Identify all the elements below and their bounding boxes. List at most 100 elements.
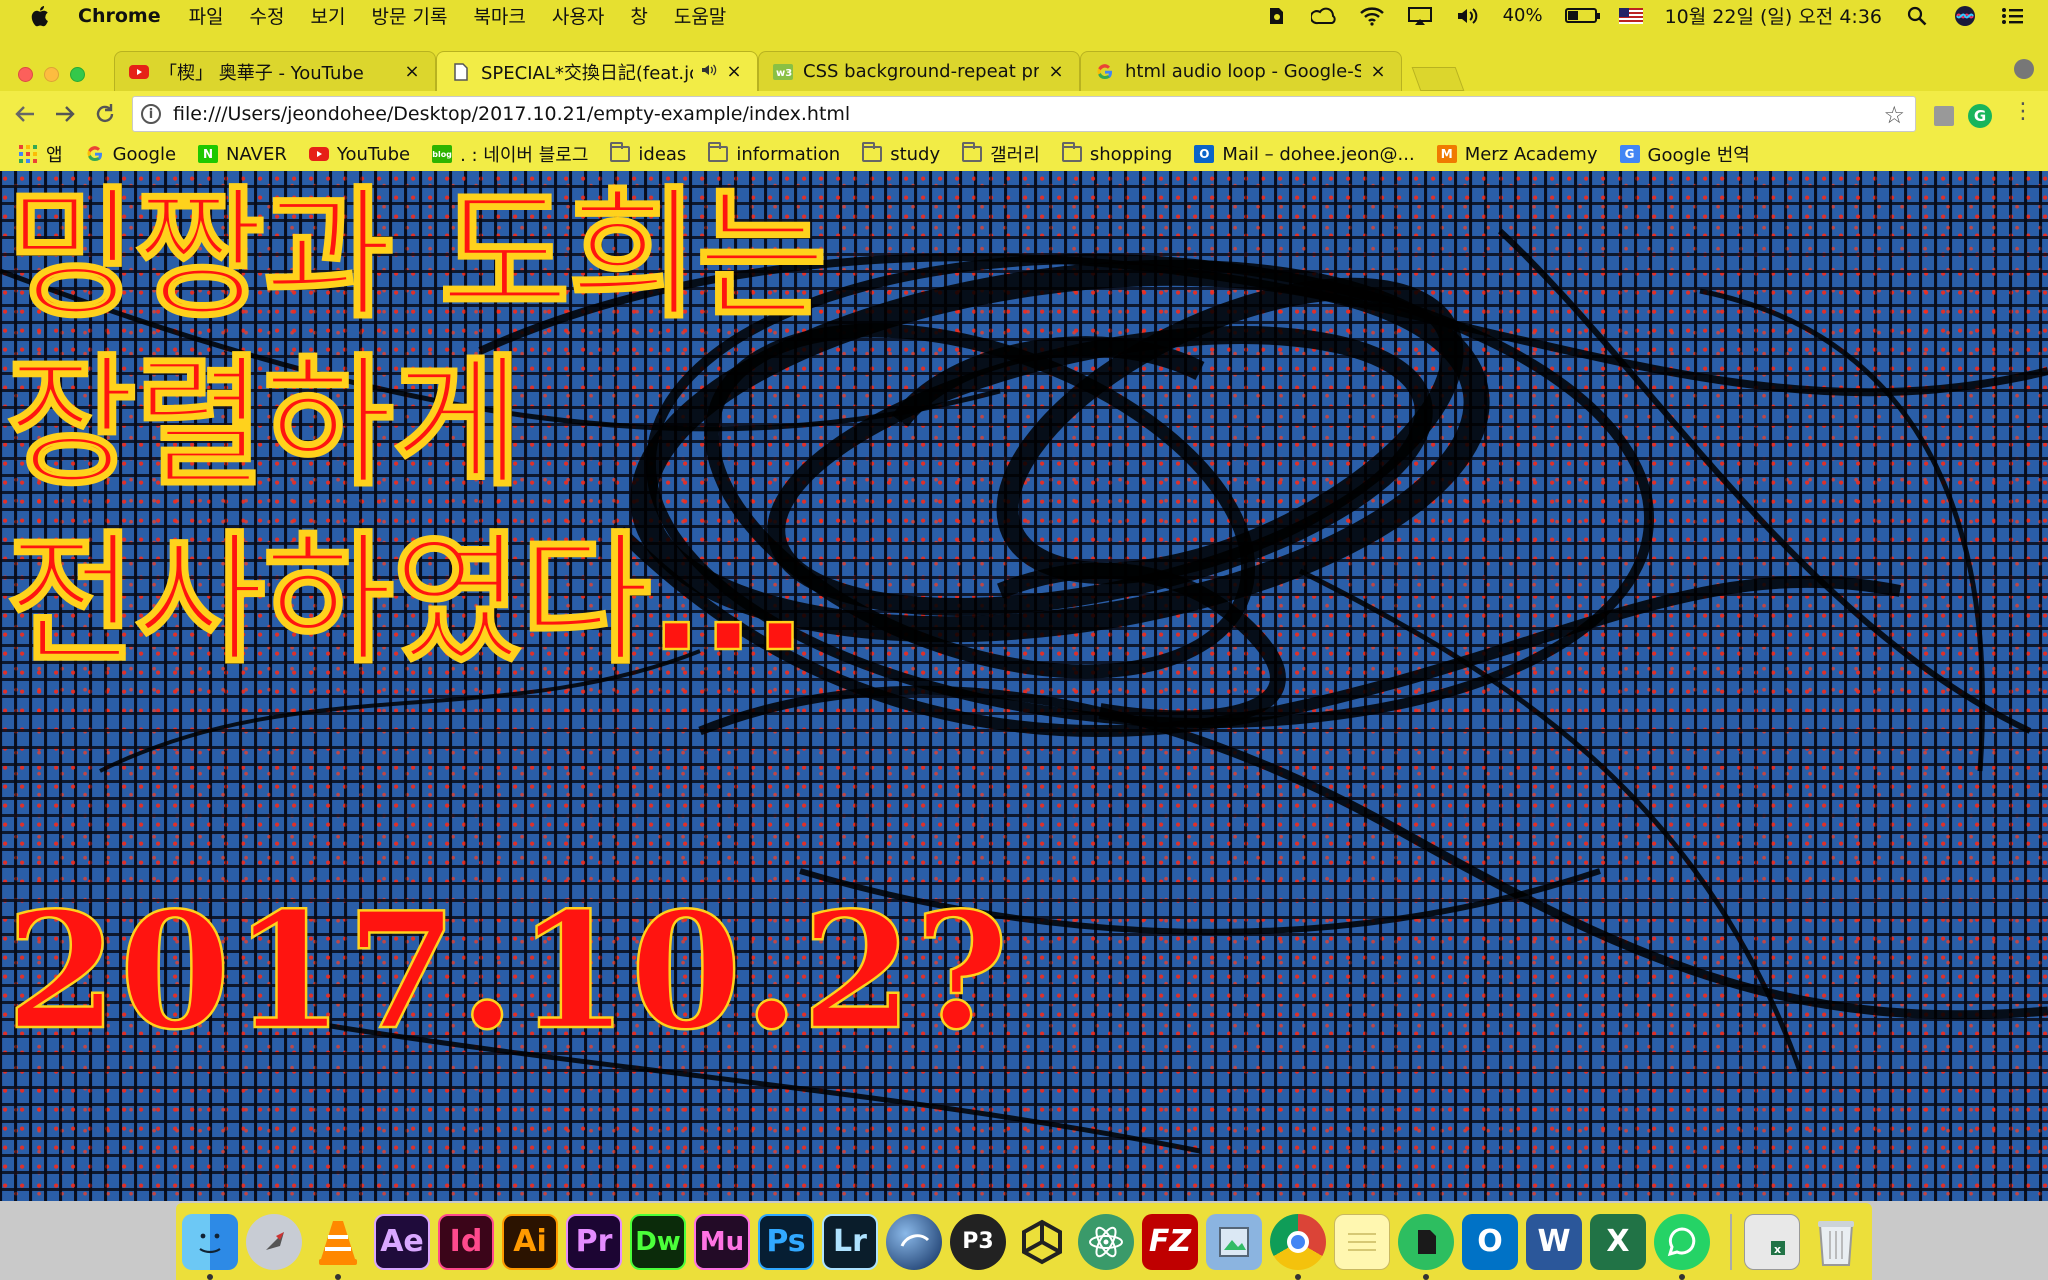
word-icon[interactable]: W bbox=[1526, 1213, 1582, 1270]
bookmark-mail[interactable]: O Mail – dohee.jeon@... bbox=[1194, 144, 1415, 165]
bookmark-label: 앱 bbox=[46, 145, 63, 166]
close-tab-icon[interactable]: × bbox=[725, 61, 743, 82]
battery-percent[interactable]: 40% bbox=[1503, 5, 1543, 26]
tab-title: CSS background-repeat prope bbox=[803, 61, 1039, 82]
evernote-icon[interactable] bbox=[1398, 1213, 1454, 1280]
running-indicator bbox=[1295, 1273, 1301, 1280]
minimize-window-button[interactable] bbox=[44, 67, 59, 82]
bookmark-google[interactable]: Google bbox=[85, 144, 176, 165]
p3-icon[interactable]: P3 bbox=[950, 1213, 1006, 1270]
battery-icon[interactable] bbox=[1564, 8, 1600, 23]
cinema4d-icon[interactable] bbox=[886, 1213, 942, 1270]
unity-icon[interactable] bbox=[1014, 1214, 1070, 1270]
close-tab-icon[interactable]: × bbox=[403, 61, 421, 82]
menu-window[interactable]: 창 bbox=[630, 2, 647, 29]
lightroom-icon[interactable]: Lr bbox=[822, 1213, 878, 1270]
notification-center-icon[interactable] bbox=[2000, 5, 2026, 27]
bookmark-naver-blog[interactable]: blog . : 네이버 블로그 bbox=[432, 141, 588, 167]
after-effects-icon[interactable]: Ae bbox=[374, 1213, 430, 1270]
menu-people[interactable]: 사용자 bbox=[552, 2, 604, 29]
bookmark-folder-study[interactable]: study bbox=[862, 142, 940, 165]
menu-help[interactable]: 도움말 bbox=[674, 2, 726, 29]
bookmark-label: ideas bbox=[638, 143, 687, 165]
indesign-icon[interactable]: Id bbox=[438, 1213, 494, 1270]
excel-icon[interactable]: X bbox=[1590, 1213, 1646, 1270]
bookmark-naver[interactable]: N NAVER bbox=[198, 144, 287, 165]
tab-strip: 「楔」 奥華子 - YouTube × SPECIAL*交換日記(feat.jo… bbox=[0, 45, 2048, 91]
whatsapp-icon[interactable] bbox=[1654, 1213, 1710, 1280]
bookmark-folder-information[interactable]: information bbox=[708, 142, 840, 165]
tab-google-search[interactable]: html audio loop - Google-Such × bbox=[1080, 51, 1402, 91]
bookmark-label: shopping bbox=[1089, 143, 1173, 165]
outlook-icon[interactable]: O bbox=[1462, 1213, 1518, 1270]
illustrator-icon[interactable]: Ai bbox=[502, 1213, 558, 1270]
menu-history[interactable]: 방문 기록 bbox=[371, 2, 447, 29]
tab-special-diary[interactable]: SPECIAL*交換日記(feat.joie) × bbox=[436, 51, 758, 91]
vlc-icon[interactable] bbox=[310, 1214, 366, 1280]
bookmark-merz-academy[interactable]: M Merz Academy bbox=[1436, 144, 1598, 165]
preview-icon[interactable] bbox=[1206, 1213, 1262, 1270]
bookmark-apps[interactable]: 앱 bbox=[18, 141, 63, 167]
tab-youtube[interactable]: 「楔」 奥華子 - YouTube × bbox=[114, 51, 436, 91]
bookmark-label: YouTube bbox=[336, 143, 411, 165]
finder-icon[interactable] bbox=[182, 1213, 238, 1280]
tab-title: SPECIAL*交換日記(feat.joie) bbox=[481, 62, 693, 84]
app-name-menu[interactable]: Chrome bbox=[78, 5, 161, 27]
filezilla-icon[interactable]: FZ bbox=[1142, 1213, 1198, 1270]
address-bar[interactable]: i file:///Users/jeondohee/Desktop/2017.1… bbox=[132, 96, 1916, 132]
extension-icon[interactable] bbox=[1934, 106, 1954, 126]
forward-button[interactable] bbox=[50, 99, 80, 129]
profile-avatar-icon[interactable] bbox=[2014, 59, 2034, 79]
bookmark-folder-gallery[interactable]: 갤러리 bbox=[962, 141, 1040, 167]
chrome-icon[interactable] bbox=[1270, 1213, 1326, 1280]
trash-icon[interactable] bbox=[1808, 1214, 1864, 1270]
running-indicator bbox=[335, 1273, 341, 1280]
airplay-icon[interactable] bbox=[1407, 5, 1433, 27]
zoom-window-button[interactable] bbox=[70, 67, 85, 82]
excel-file-icon[interactable]: x bbox=[1744, 1213, 1800, 1270]
us-flag-icon[interactable] bbox=[1618, 7, 1643, 24]
creative-cloud-icon[interactable] bbox=[1310, 5, 1337, 27]
grammarly-icon[interactable]: G bbox=[1968, 104, 1992, 128]
running-indicator bbox=[207, 1273, 213, 1280]
menu-file[interactable]: 파일 bbox=[189, 2, 224, 29]
bookmark-folder-shopping[interactable]: shopping bbox=[1061, 142, 1173, 165]
bookmark-label: NAVER bbox=[226, 143, 287, 165]
evernote-icon[interactable] bbox=[1263, 5, 1289, 27]
headline-line-2: 장렬하게 bbox=[5, 341, 524, 506]
tab-css-background-repeat[interactable]: w3 CSS background-repeat prope × bbox=[758, 51, 1080, 91]
browser-toolbar: i file:///Users/jeondohee/Desktop/2017.1… bbox=[0, 91, 2048, 137]
apple-menu-icon[interactable] bbox=[28, 3, 54, 29]
close-tab-icon[interactable]: × bbox=[1047, 61, 1065, 82]
site-info-icon[interactable]: i bbox=[141, 104, 161, 124]
web-page-canvas[interactable]: 밍짱과 도희는 장렬하게 전사하였다... 2017.10.2? bbox=[0, 171, 2048, 1201]
wifi-icon[interactable] bbox=[1359, 5, 1385, 27]
reload-button[interactable] bbox=[90, 99, 120, 129]
menu-edit[interactable]: 수정 bbox=[250, 2, 285, 29]
bookmark-youtube[interactable]: YouTube bbox=[308, 143, 411, 165]
notes-icon[interactable] bbox=[1334, 1213, 1390, 1270]
folder-icon bbox=[708, 142, 729, 163]
dreamweaver-icon[interactable]: Dw bbox=[630, 1213, 686, 1270]
audio-playing-icon[interactable] bbox=[701, 62, 717, 81]
close-tab-icon[interactable]: × bbox=[1369, 61, 1387, 82]
menu-view[interactable]: 보기 bbox=[311, 2, 346, 29]
back-button[interactable] bbox=[10, 99, 40, 129]
photoshop-icon[interactable]: Ps bbox=[758, 1213, 814, 1270]
chrome-menu-icon[interactable]: ⋮ bbox=[2012, 101, 2034, 123]
bookmark-star-icon[interactable]: ☆ bbox=[1883, 101, 1905, 129]
close-window-button[interactable] bbox=[18, 67, 33, 82]
siri-icon[interactable] bbox=[1952, 5, 1978, 27]
muse-icon[interactable]: Mu bbox=[694, 1213, 750, 1270]
spotlight-icon[interactable] bbox=[1904, 5, 1930, 27]
volume-icon[interactable] bbox=[1455, 5, 1481, 27]
atom-icon[interactable] bbox=[1078, 1213, 1134, 1270]
menu-bookmarks[interactable]: 북마크 bbox=[473, 2, 525, 29]
clock[interactable]: 10월 22일 (일) 오전 4:36 bbox=[1665, 2, 1882, 29]
running-indicator bbox=[1679, 1273, 1685, 1280]
bookmark-folder-ideas[interactable]: ideas bbox=[610, 142, 687, 165]
new-tab-button[interactable] bbox=[1411, 67, 1465, 91]
premiere-icon[interactable]: Pr bbox=[566, 1213, 622, 1270]
launchpad-icon[interactable] bbox=[246, 1213, 302, 1270]
bookmark-google-translate[interactable]: G Google 번역 bbox=[1619, 141, 1750, 167]
